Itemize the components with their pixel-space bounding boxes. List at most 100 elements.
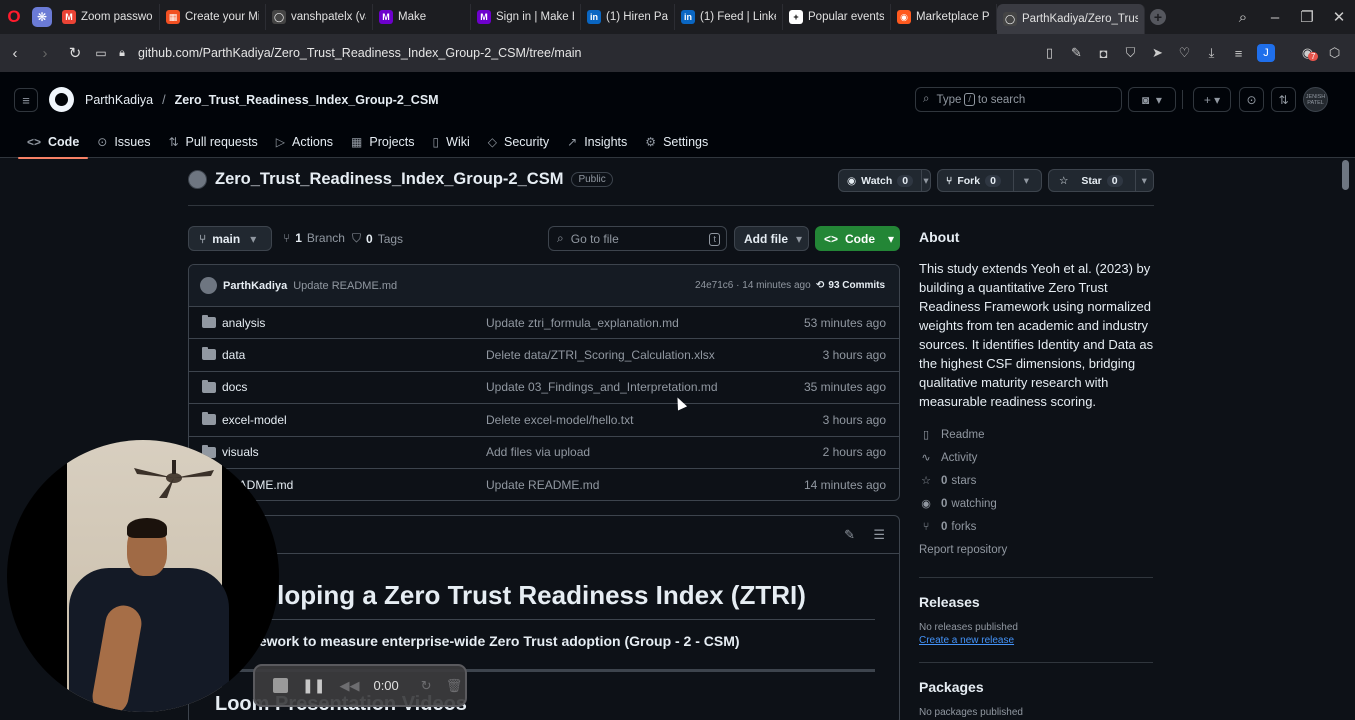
reader-icon[interactable]: ▯ [1041, 40, 1058, 66]
github-logo-icon[interactable] [49, 87, 74, 112]
extensions-icon[interactable]: ◉ 7 [1299, 40, 1319, 66]
reload-icon[interactable]: ↻ [60, 44, 90, 62]
download-icon[interactable]: ⤓ [1203, 40, 1220, 66]
send-icon[interactable]: ➤ [1149, 40, 1166, 66]
branch-selector[interactable]: ⑂ main ▾ [188, 226, 272, 251]
delete-icon[interactable]: 🗑︎ [446, 678, 463, 694]
report-repository-link[interactable]: Report repository [919, 538, 1155, 561]
repo-name[interactable]: Zero_Trust_Readiness_Index_Group-2_CSM [215, 170, 563, 189]
star-dropdown-icon[interactable]: ▾ [1134, 170, 1153, 191]
tab-projects[interactable]: ▦ Projects [342, 127, 424, 157]
fork-dropdown-icon[interactable]: ▾ [1012, 170, 1039, 191]
releases-title[interactable]: Releases [919, 594, 1155, 610]
page-scrollbar[interactable] [1342, 160, 1349, 190]
search-tabs-icon[interactable]: ⌕ [1227, 9, 1259, 26]
file-name-link[interactable]: visuals [222, 445, 259, 459]
tags-link[interactable]: ⛉ 0 Tags [352, 231, 403, 246]
stop-recording-button[interactable] [273, 678, 288, 693]
tab-issues[interactable]: ⊙ Issues [88, 127, 159, 157]
code-button[interactable]: <> Code ▾ [815, 226, 900, 251]
pinned-tab[interactable]: ❋ [28, 4, 56, 30]
forks-link[interactable]: ⑂ 0 forks [919, 515, 1155, 538]
file-commit-message[interactable]: Delete data/ZTRI_Scoring_Calculation.xls… [486, 348, 715, 362]
new-tab-button[interactable]: + [1145, 4, 1171, 30]
commit-author[interactable]: ParthKadiya [223, 280, 287, 292]
browser-tab[interactable]: ▦ Create your Micr [160, 4, 266, 30]
shield-icon[interactable]: ⛉ [1122, 40, 1139, 66]
star-button[interactable]: ☆ Star 0 ▾ [1048, 169, 1154, 192]
watch-dropdown-icon[interactable]: ▾ [921, 170, 930, 191]
file-commit-message[interactable]: Add files via upload [486, 445, 590, 459]
browser-tab[interactable]: M Sign in | Make H [471, 4, 581, 30]
create-new-button[interactable]: + ▾ [1193, 87, 1231, 112]
commit-author-avatar[interactable] [200, 277, 217, 294]
table-row[interactable]: excel-model Delete excel-model/hello.txt 3… [189, 404, 899, 437]
branches-link[interactable]: ⑂ 1 Branch [283, 231, 345, 245]
commits-link[interactable]: ⟲ 93 Commits [816, 280, 885, 291]
tab-actions[interactable]: ▷ Actions [267, 127, 342, 157]
rewind-icon[interactable]: ◀◀ [339, 678, 359, 694]
close-window-button[interactable]: ✕ [1323, 8, 1355, 26]
browser-tab[interactable]: ◯ ParthKadiya/Zero_Trus [997, 4, 1145, 34]
browser-tab[interactable]: ◉ Marketplace Prof [891, 4, 997, 30]
minimize-button[interactable]: – [1259, 9, 1291, 26]
cube-icon[interactable]: ⬡ [1326, 40, 1343, 66]
file-commit-message[interactable]: Delete excel-model/hello.txt [486, 413, 633, 427]
browser-tab[interactable]: + Popular events in [783, 4, 891, 30]
browser-tab[interactable]: in (1) Hiren Patel | L [581, 4, 675, 30]
tab-pull-requests[interactable]: ⇅ Pull requests [159, 127, 266, 157]
file-commit-message[interactable]: Update 03_Findings_and_Interpretation.md [486, 380, 718, 394]
file-name-link[interactable]: data [222, 348, 245, 362]
pull-requests-icon[interactable]: ⇅ [1271, 87, 1296, 112]
hamburger-menu-button[interactable]: ≡ [14, 88, 38, 112]
menu-icon[interactable]: ≡ [1230, 40, 1247, 66]
file-name-link[interactable]: excel-model [222, 413, 287, 427]
url-field[interactable]: github.com/ParthKadiya/Zero_Trust_Readin… [138, 46, 582, 60]
account-avatar[interactable]: J [1257, 44, 1275, 62]
lock-icon[interactable]: 🔒︎ [112, 47, 132, 60]
outline-list-icon[interactable]: ☰ [873, 527, 885, 543]
add-file-button[interactable]: Add file ▾ [734, 226, 809, 251]
activity-link[interactable]: ∿ Activity [919, 446, 1155, 469]
readme-link[interactable]: ▯ Readme [919, 423, 1155, 446]
heart-icon[interactable]: ♡ [1176, 40, 1193, 66]
webcam-bubble[interactable] [7, 440, 279, 712]
restore-button[interactable]: ❐ [1291, 8, 1323, 26]
tab-insights[interactable]: ↗ Insights [558, 127, 636, 157]
file-name-link[interactable]: docs [222, 380, 247, 394]
tab-view-icon[interactable]: ▭ [90, 46, 112, 60]
table-row[interactable]: docs Update 03_Findings_and_Interpretatio… [189, 372, 899, 405]
stars-link[interactable]: ☆ 0 stars [919, 469, 1155, 492]
tab-security[interactable]: ◇ Security [479, 127, 558, 157]
copilot-button[interactable]: ◙ ▾ [1128, 87, 1176, 112]
edit-icon[interactable]: ✎ [1068, 40, 1085, 66]
fork-button[interactable]: ⑂ Fork 0 ▾ [937, 169, 1042, 192]
forward-icon[interactable]: › [30, 45, 60, 62]
tab-wiki[interactable]: ▯ Wiki [424, 127, 479, 157]
table-row[interactable]: ▯README.mdUpdate README.md14 minutes ago [189, 469, 899, 500]
file-name-link[interactable]: analysis [222, 316, 265, 330]
watching-link[interactable]: ◉ 0 watching [919, 492, 1155, 515]
create-release-link[interactable]: Create a new release [919, 635, 1155, 646]
table-row[interactable]: analysis Update ztri_formula_explanation.… [189, 307, 899, 340]
browser-tab[interactable]: ◯ vanshpatelx (van [266, 4, 373, 30]
commit-message[interactable]: Update README.md [293, 280, 397, 292]
file-commit-message[interactable]: Update ztri_formula_explanation.md [486, 316, 679, 330]
restart-icon[interactable]: ↻ [421, 678, 432, 694]
camera-icon[interactable]: ◘ [1095, 40, 1112, 66]
search-input[interactable]: ⌕ Type / to search [915, 87, 1122, 112]
commit-hash-time[interactable]: 24e71c6 · 14 minutes ago [695, 280, 811, 291]
browser-tab[interactable]: M Make [373, 4, 471, 30]
browser-tab[interactable]: in (1) Feed | Linked [675, 4, 783, 30]
repo-link[interactable]: Zero_Trust_Readiness_Index_Group-2_CSM [175, 93, 439, 107]
table-row[interactable]: visuals Add files via upload 2 hours ago [189, 437, 899, 469]
pause-icon[interactable]: ❚❚ [302, 677, 325, 694]
edit-pencil-icon[interactable]: ✎ [844, 527, 855, 543]
packages-title[interactable]: Packages [919, 679, 1155, 695]
user-avatar[interactable]: JENISH PATEL [1303, 87, 1328, 112]
watch-button[interactable]: ◉ Watch 0 ▾ [838, 169, 931, 192]
browser-tab[interactable]: M Zoom password r [56, 4, 160, 30]
issues-icon[interactable]: ⊙ [1239, 87, 1264, 112]
file-commit-message[interactable]: Update README.md [486, 478, 599, 492]
go-to-file-input[interactable]: ⌕ Go to file t [548, 226, 727, 251]
